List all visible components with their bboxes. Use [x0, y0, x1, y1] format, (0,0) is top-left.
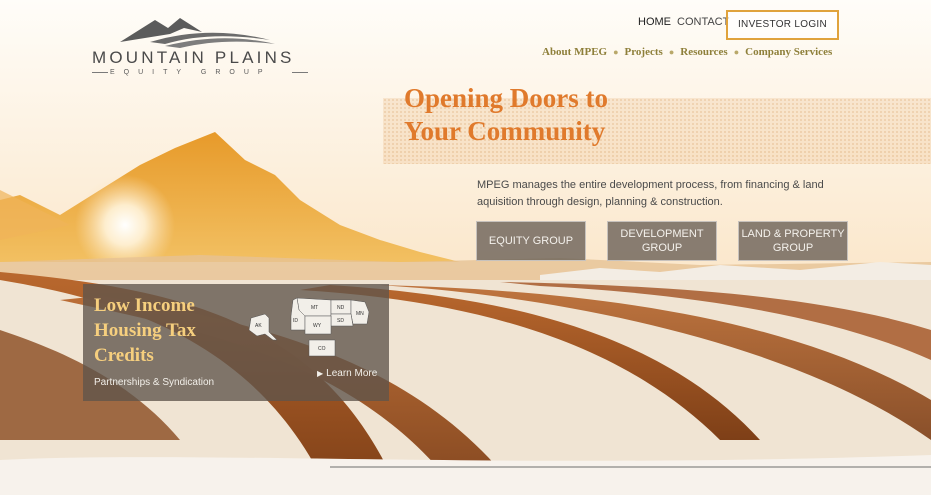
company-logo[interactable]: MOUNTAIN PLAINS EQUITY GROUP [92, 14, 312, 78]
logo-subtitle: EQUITY GROUP [110, 69, 272, 76]
nav-home[interactable]: HOME [638, 16, 671, 28]
subnav-resources[interactable]: Resources [680, 46, 727, 58]
subnav-company-services[interactable]: Company Services [745, 46, 832, 58]
lihtc-title: Low Income Housing Tax Credits [94, 295, 196, 366]
lihtc-subtitle: Partnerships & Syndication [94, 377, 215, 388]
development-group-button[interactable]: DEVELOPMENT GROUP [607, 221, 717, 261]
investor-login-button[interactable]: INVESTOR LOGIN [726, 10, 839, 40]
hero-headline: Opening Doors to Your Community [404, 82, 608, 148]
nav-contact[interactable]: CONTACT [677, 16, 729, 28]
subnav-separator: ● [668, 47, 675, 57]
state-label-mn: MN [356, 311, 364, 317]
state-label-ak: AK [255, 323, 262, 329]
state-label-sd: SD [337, 318, 344, 324]
subnav-separator: ● [733, 47, 740, 57]
state-map-icon: AK MT ND MN ID SD WY CO [248, 297, 370, 357]
lihtc-panel[interactable]: Low Income Housing Tax Credits AK MT ND … [83, 284, 389, 401]
subnav-about[interactable]: About MPEG [542, 46, 607, 58]
state-label-mt: MT [311, 305, 318, 311]
hero-intro-text: MPEG manages the entire development proc… [477, 179, 824, 208]
headline-line-1: Opening Doors to [404, 83, 609, 113]
state-label-wy: WY [313, 323, 322, 329]
headline-line-2: Your Community [404, 116, 606, 146]
state-label-co: CO [318, 346, 326, 352]
logo-rule-left [92, 72, 108, 73]
state-label-id: ID [293, 318, 298, 324]
caret-right-icon: ▶ [317, 369, 324, 378]
learn-more-label: Learn More [326, 368, 378, 379]
state-label-nd: ND [337, 305, 345, 311]
subnav-projects[interactable]: Projects [625, 46, 663, 58]
sub-nav: About MPEG ● Projects ● Resources ● Company Se… [542, 46, 832, 58]
logo-name: MOUNTAIN PLAINS [92, 48, 295, 67]
learn-more-link[interactable]: ▶ Learn More [317, 368, 377, 379]
subnav-separator: ● [613, 47, 619, 57]
logo-rule-right [292, 72, 308, 73]
mountain-logo-icon [120, 18, 275, 48]
equity-group-button[interactable]: EQUITY GROUP [476, 221, 586, 261]
land-property-group-button[interactable]: LAND & PROPERTY GROUP [738, 221, 848, 261]
